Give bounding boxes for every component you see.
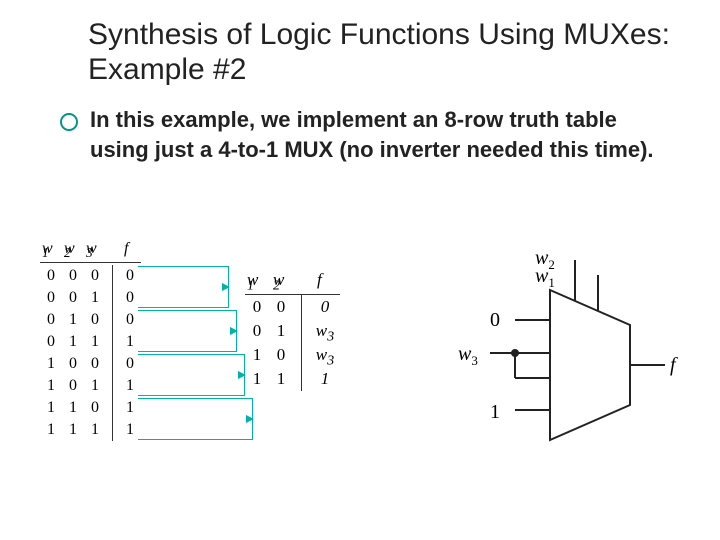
arrow-icon xyxy=(230,327,238,335)
tt8-col-w1: 0000 1111 xyxy=(40,265,62,441)
bullet-circle-icon xyxy=(60,113,78,131)
truth-table-8: w1 w2 w3 f 0000 1111 0011 0011 0101 0101 xyxy=(40,240,141,441)
slide: Synthesis of Logic Functions Using MUXes… xyxy=(0,0,720,540)
bracket-1 xyxy=(138,266,229,308)
tt4-body: 0011 0101 0 w3 w3 1 xyxy=(245,294,340,391)
tt4-col-w1: 0011 xyxy=(245,295,269,391)
mux-out: f xyxy=(670,354,678,376)
tt4-col-f: 0 w3 w3 1 xyxy=(310,295,340,391)
bullet-text: In this example, we implement an 8-row t… xyxy=(90,105,680,164)
diagram-area: w1 w2 w3 f 0000 1111 0011 0011 0101 0101 xyxy=(30,240,690,520)
tt4-header: w1 w2 f xyxy=(245,270,340,294)
tt8-body: 0000 1111 0011 0011 0101 0101 0001 0111 xyxy=(40,262,141,441)
bracket-3 xyxy=(138,354,245,396)
arrow-icon xyxy=(222,283,230,291)
tt4-col-w2: 0101 xyxy=(269,295,293,391)
tt8-sep xyxy=(112,265,113,441)
bracket-4 xyxy=(138,398,253,440)
bullet-row: In this example, we implement an 8-row t… xyxy=(60,105,680,164)
mux-in-w3: w3 xyxy=(458,343,478,368)
arrow-icon xyxy=(246,415,254,423)
tt8-col-w2: 0011 0011 xyxy=(62,265,84,441)
tt4-sep xyxy=(301,295,302,391)
tt8-col-w3: 0101 0101 xyxy=(84,265,106,441)
truth-table-4: w1 w2 f 0011 0101 0 w3 w3 1 xyxy=(245,270,340,391)
bracket-2 xyxy=(138,310,237,352)
slide-title: Synthesis of Logic Functions Using MUXes… xyxy=(88,18,690,87)
mux-diagram: w2 w1 0 w3 1 f xyxy=(430,250,690,470)
tt8-header: w1 w2 w3 f xyxy=(40,240,141,262)
mux-in0: 0 xyxy=(490,309,500,331)
mux-in3: 1 xyxy=(490,401,500,423)
